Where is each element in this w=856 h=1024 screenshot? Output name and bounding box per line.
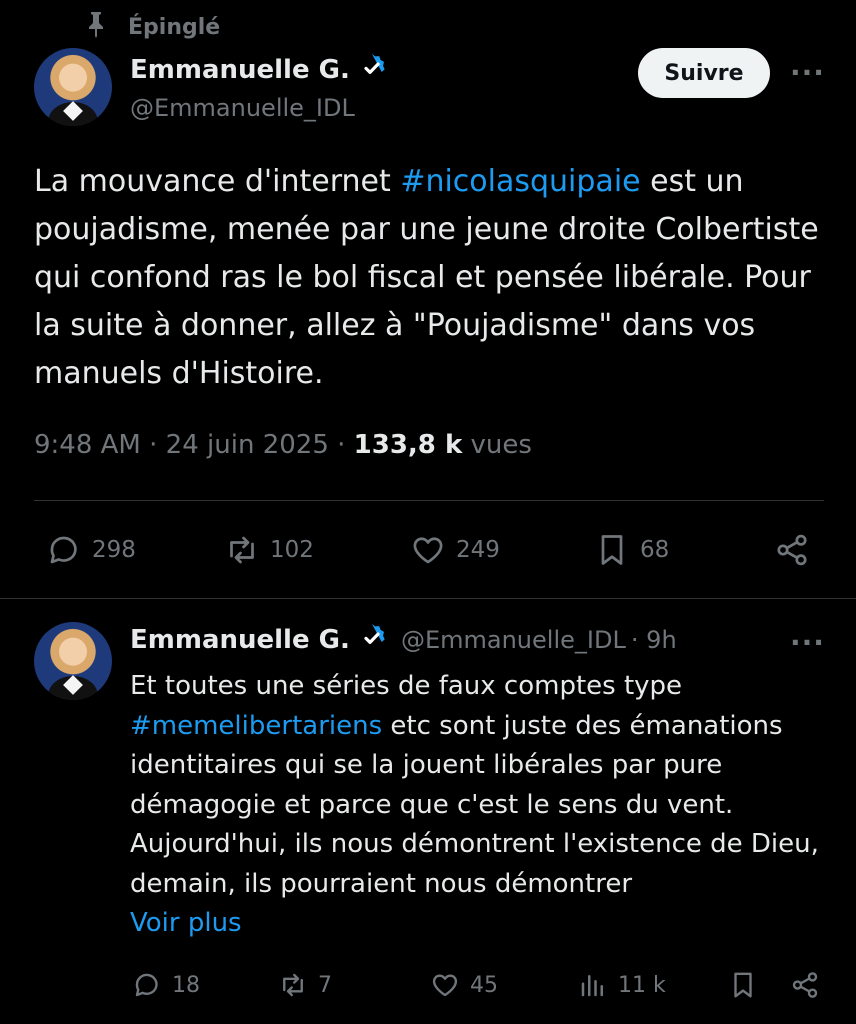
reply-text: Et toutes une séries de faux comptes typ… [130,667,830,944]
reply-reply-count: 18 [172,972,200,998]
repost-icon [283,973,303,997]
share-icon [792,972,818,998]
reply-repost-count: 7 [318,972,332,998]
reply-share-button[interactable] [790,970,820,1000]
reply-button[interactable]: 298 [46,532,136,568]
share-icon [777,534,807,566]
bookmark-count: 68 [640,537,670,563]
tweet-meta: 9:48 AM · 24 juin 2025 · 133,8 k vues [34,430,532,460]
reply-author-name[interactable]: Emmanuelle G. [130,625,350,655]
heart-icon [413,537,443,564]
section-divider [0,598,856,599]
reply-verified-badge-icon [356,622,388,654]
tweet-text: La mouvance d'internet #nicolasquipaie e… [34,158,834,398]
follow-button[interactable]: Suivre [638,48,770,98]
views-bar-chart-icon [581,975,603,997]
pinned-label: Épinglé [128,14,221,40]
reply-icon [50,536,77,564]
reply-icon [135,973,158,997]
reply-more-options-icon[interactable]: ··· [790,626,825,659]
reply-count: 298 [92,537,136,563]
reply-text-part1: Et toutes une séries de faux comptes typ… [130,671,683,701]
reply-avatar[interactable] [34,622,112,700]
heart-icon [432,974,458,997]
tweet-text-part1: La mouvance d'internet [34,164,401,199]
bookmark-icon [734,972,752,998]
bookmark-icon [601,535,623,565]
more-options-icon[interactable]: ··· [790,56,825,89]
views-count: 133,8 k [353,430,463,460]
repost-icon [230,536,254,564]
reply-views-button[interactable]: 11 k [578,970,666,1000]
reply-like-count: 45 [470,972,498,998]
like-button[interactable]: 249 [410,532,500,568]
page: Épinglé Emmanuelle G. @Emmanuelle_IDL Su… [0,0,856,1024]
share-button[interactable] [774,532,810,568]
tweet-time[interactable]: 9:48 AM [34,430,141,460]
reply-author-handle[interactable]: @Emmanuelle_IDL [401,626,626,654]
pin-icon [84,10,108,44]
divider [34,500,824,501]
meta-separator-2: · [337,430,346,460]
author-row: Emmanuelle G. [130,52,388,85]
repost-button[interactable]: 102 [224,532,314,568]
reply-time[interactable]: · 9h [631,626,677,654]
meta-separator: · [149,430,158,460]
author-handle[interactable]: @Emmanuelle_IDL [130,94,355,122]
verified-badge-icon [356,52,388,84]
reply-header: Emmanuelle G. @Emmanuelle_IDL · 9h [130,622,677,655]
reply-bookmark-button[interactable] [728,970,758,1000]
bookmark-button[interactable]: 68 [594,532,669,568]
reply-hashtag-link[interactable]: #memelibertariens [130,711,382,741]
views-label: vues [470,430,532,460]
show-more-link[interactable]: Voir plus [130,908,242,938]
pinned-indicator: Épinglé [84,10,220,44]
reply-reply-button[interactable]: 18 [132,970,200,1000]
reply-like-button[interactable]: 45 [430,970,498,1000]
tweet-date[interactable]: 24 juin 2025 [166,430,329,460]
hashtag-link[interactable]: #nicolasquipaie [400,164,640,199]
reply-views-count: 11 k [618,972,666,998]
avatar[interactable] [34,48,112,126]
reply-repost-button[interactable]: 7 [278,970,332,1000]
repost-count: 102 [270,537,314,563]
like-count: 249 [456,537,500,563]
author-name[interactable]: Emmanuelle G. [130,55,350,85]
